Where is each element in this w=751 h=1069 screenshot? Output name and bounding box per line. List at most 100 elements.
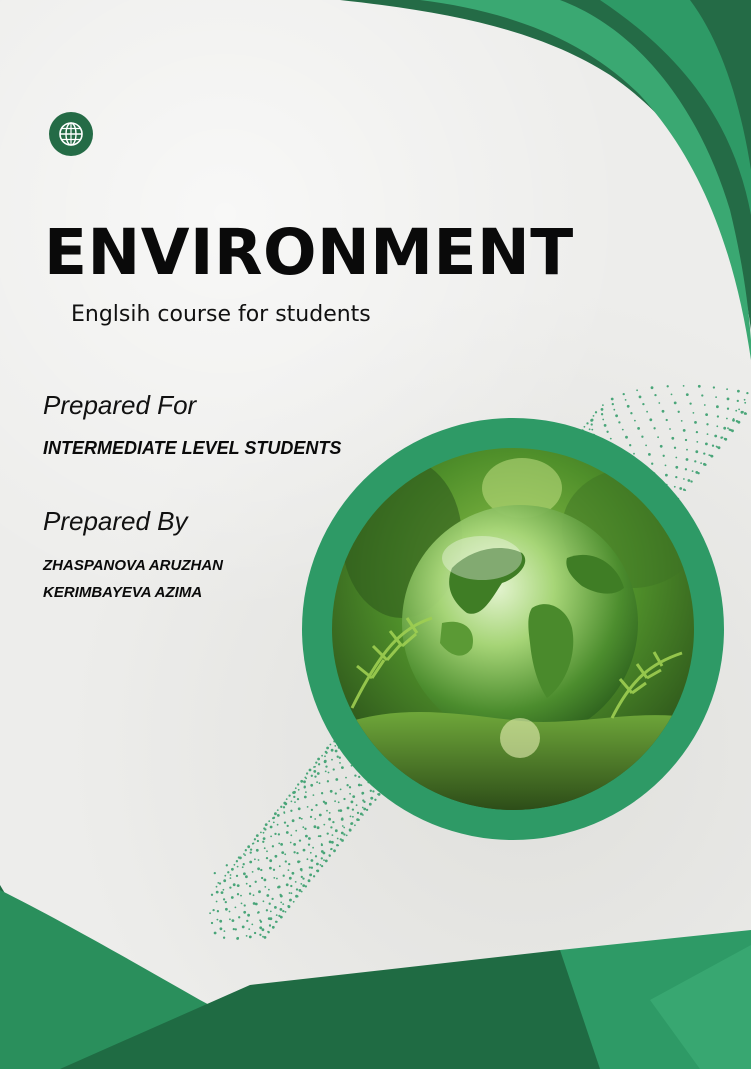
dot (318, 813, 322, 817)
dot (248, 935, 252, 939)
dot (351, 808, 355, 811)
dot (295, 888, 299, 891)
dot (335, 778, 339, 781)
dot (231, 919, 235, 922)
dot (703, 452, 706, 455)
dot (265, 856, 269, 860)
dot (304, 885, 308, 888)
dot (318, 782, 321, 785)
dot (216, 918, 219, 921)
dot (630, 412, 633, 415)
dot (625, 435, 628, 439)
dot (590, 419, 593, 422)
dot (694, 421, 697, 424)
dot (331, 834, 334, 836)
dot (298, 839, 302, 842)
dot (310, 808, 314, 812)
dot (334, 800, 336, 803)
dot (270, 835, 272, 838)
dot (352, 815, 354, 818)
dot (317, 763, 321, 766)
dot (706, 433, 709, 435)
dot (346, 806, 350, 810)
dot (274, 854, 278, 858)
dot (276, 877, 278, 880)
dot (305, 834, 308, 838)
dot (223, 930, 226, 932)
dot (244, 854, 247, 856)
dot (372, 790, 375, 793)
dot (262, 840, 265, 843)
dot (694, 460, 697, 463)
dot (215, 890, 219, 894)
dot (723, 426, 727, 430)
dot (634, 419, 636, 422)
dot (361, 791, 365, 795)
dot (249, 851, 252, 854)
dot (245, 882, 248, 885)
dot (594, 411, 598, 414)
dot (269, 866, 272, 870)
dot (350, 800, 354, 804)
dot (622, 392, 625, 396)
dot (280, 843, 283, 846)
dot (326, 832, 329, 835)
dot (339, 838, 342, 841)
dot (691, 470, 694, 472)
dot (683, 478, 685, 480)
dot (345, 776, 347, 779)
dot (328, 854, 331, 857)
dot (232, 883, 236, 887)
dot (296, 797, 300, 801)
dot (300, 817, 303, 820)
dot (355, 804, 358, 807)
cover-page: ENVIRONMENT Englsih course for students … (0, 0, 751, 1069)
dot (330, 826, 333, 829)
dot (354, 774, 357, 777)
dot (303, 786, 306, 789)
dot (343, 797, 346, 801)
dot (259, 919, 261, 922)
dot (290, 892, 293, 895)
dot (679, 487, 683, 490)
dot (297, 783, 300, 786)
dot (354, 824, 356, 827)
dot (302, 877, 305, 880)
dot (314, 775, 317, 778)
dot (374, 798, 377, 801)
dot (334, 745, 337, 747)
dot (280, 901, 283, 904)
dot (738, 408, 740, 411)
dot (246, 919, 249, 923)
dot (653, 427, 656, 430)
dot (359, 812, 363, 816)
dot (224, 900, 227, 904)
dot (316, 772, 320, 775)
dot (649, 418, 653, 422)
dot (316, 869, 320, 873)
dot (257, 911, 260, 914)
dot (276, 814, 280, 817)
dot (268, 820, 271, 823)
dot (322, 800, 326, 803)
dot (240, 894, 242, 897)
dot (310, 866, 314, 869)
dot (294, 787, 297, 790)
dot (306, 858, 309, 861)
dot (662, 454, 665, 457)
dot (305, 791, 307, 793)
dot (685, 458, 689, 461)
dot (675, 475, 678, 479)
dot (252, 894, 255, 897)
dot (638, 395, 642, 399)
dot (332, 768, 335, 771)
dot (357, 818, 360, 822)
dot (282, 874, 285, 877)
dot (266, 850, 268, 853)
dot (320, 850, 324, 853)
dot (682, 488, 686, 491)
dot (229, 874, 232, 876)
dot (240, 902, 243, 905)
dot (675, 456, 678, 459)
dot (746, 391, 749, 395)
